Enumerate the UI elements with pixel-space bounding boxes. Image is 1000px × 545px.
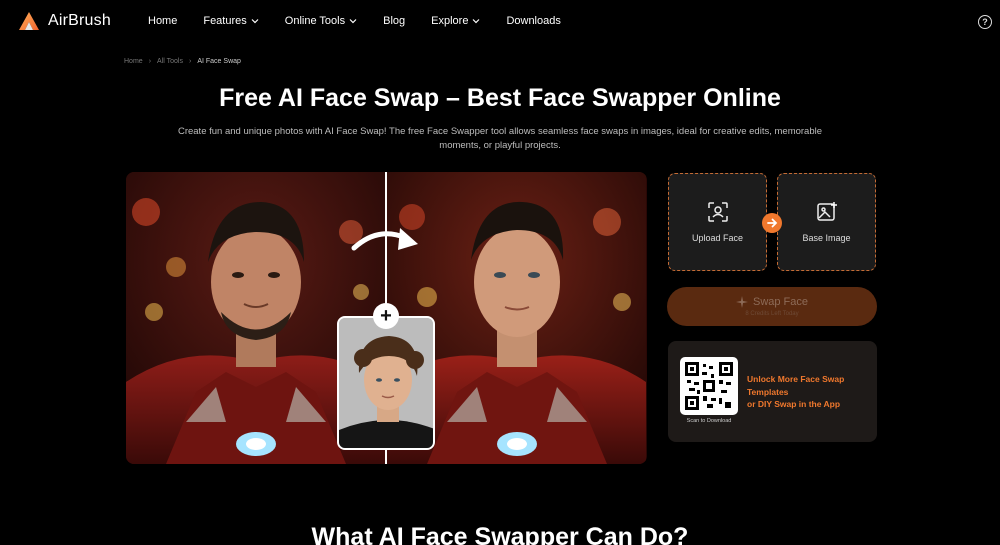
nav-item-downloads[interactable]: Downloads bbox=[506, 15, 560, 27]
qr-caption: Scan to Download bbox=[686, 418, 732, 424]
chevron-down-icon bbox=[349, 19, 357, 24]
nav-item-label: Online Tools bbox=[284, 15, 346, 27]
sparkle-icon bbox=[735, 296, 748, 308]
swap-face-label: Swap Face bbox=[752, 296, 809, 308]
nav-item-blog[interactable]: Blog bbox=[383, 15, 405, 27]
chevron-down-icon bbox=[473, 19, 480, 24]
breadcrumb: Home › All Tools › AI Face Swap bbox=[124, 58, 241, 65]
credits-remaining: 8 Credits Left Today bbox=[745, 311, 799, 317]
brand-name: AirBrush bbox=[48, 12, 111, 29]
nav-item-home[interactable]: Home bbox=[148, 15, 177, 27]
nav-item-label: Downloads bbox=[506, 15, 561, 27]
upload-face-button[interactable]: Upload Face bbox=[668, 173, 767, 271]
face-scan-icon bbox=[707, 202, 728, 222]
nav-item-explore[interactable]: Explore bbox=[431, 15, 480, 27]
nav-item-label: Home bbox=[148, 15, 178, 27]
nav-item-features[interactable]: Features bbox=[203, 15, 259, 27]
nav-item-label: Explore bbox=[431, 15, 469, 27]
breadcrumb-separator-icon: › bbox=[188, 58, 192, 65]
breadcrumb-all-tools[interactable]: All Tools bbox=[157, 58, 183, 65]
base-image-button[interactable]: Base Image bbox=[777, 173, 876, 271]
airbrush-logo-icon bbox=[19, 12, 39, 30]
base-image-label: Base Image bbox=[802, 233, 851, 243]
promo-line-1: Unlock More Face Swap Templates bbox=[747, 374, 845, 397]
nav-item-label: Blog bbox=[383, 15, 406, 27]
swap-face-button[interactable]: Swap Face 8 Credits Left Today bbox=[667, 287, 877, 326]
promo-line-2: or DIY Swap in the App bbox=[747, 399, 841, 409]
upload-face-label: Upload Face bbox=[691, 233, 744, 243]
image-add-icon bbox=[816, 202, 837, 221]
breadcrumb-current: AI Face Swap bbox=[197, 58, 241, 65]
page-title: Free AI Face Swap – Best Face Swapper On… bbox=[219, 84, 781, 112]
top-nav: AirBrush Home Features Online Tools Blog… bbox=[0, 0, 1000, 44]
help-circle-icon[interactable]: ? bbox=[978, 15, 992, 29]
breadcrumb-separator-icon: › bbox=[148, 58, 152, 65]
section-heading: What AI Face Swapper Can Do? bbox=[311, 523, 689, 545]
nav-menu: Home Features Online Tools Blog Explore … bbox=[148, 15, 587, 27]
source-face-thumbnail bbox=[337, 316, 435, 450]
chevron-down-icon bbox=[251, 19, 259, 24]
brand-logo[interactable]: AirBrush bbox=[18, 11, 111, 31]
nav-item-online-tools[interactable]: Online Tools bbox=[285, 15, 357, 27]
page-subtitle: Create fun and unique photos with AI Fac… bbox=[177, 126, 823, 151]
qr-code-icon bbox=[680, 357, 738, 415]
promo-text: Unlock More Face Swap Templates or DIY S… bbox=[747, 373, 872, 411]
face-swap-demo-image: + bbox=[126, 172, 647, 464]
nav-item-label: Features bbox=[203, 15, 247, 27]
arrow-right-icon bbox=[762, 213, 782, 233]
app-promo-card[interactable]: Scan to Download Unlock More Face Swap T… bbox=[668, 341, 877, 442]
curved-arrow-icon bbox=[351, 228, 418, 251]
breadcrumb-home[interactable]: Home bbox=[124, 58, 143, 65]
plus-icon: + bbox=[373, 303, 399, 329]
